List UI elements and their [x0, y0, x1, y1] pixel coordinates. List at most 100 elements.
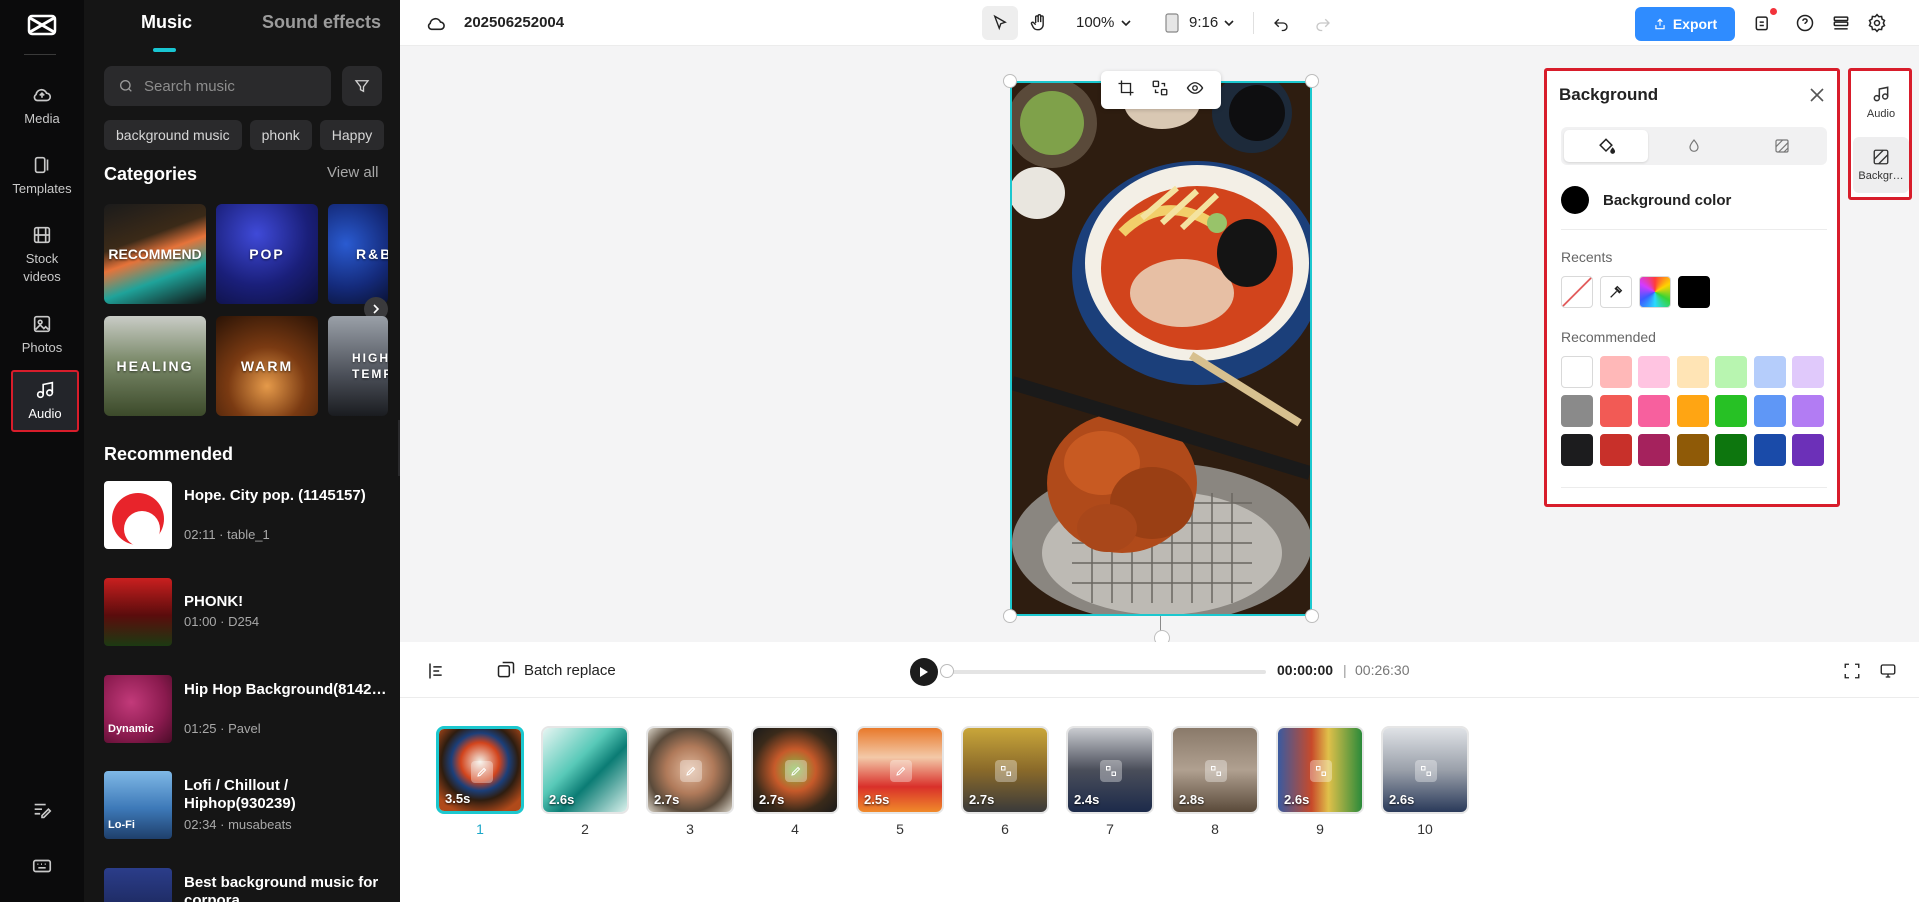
settings-gear-icon[interactable] — [1866, 12, 1888, 34]
resize-handle-br[interactable] — [1305, 609, 1319, 623]
aspect-ratio-value[interactable]: 9:16 — [1189, 14, 1218, 31]
resize-handle-bl[interactable] — [1003, 609, 1017, 623]
replace-icon[interactable] — [1415, 760, 1437, 782]
rail-item-audio[interactable]: Audio — [11, 370, 79, 432]
clip-3[interactable]: 2.7s — [646, 726, 734, 814]
color-swatch[interactable] — [1676, 356, 1709, 388]
clip-8[interactable]: 2.8s — [1171, 726, 1259, 814]
current-color-swatch[interactable] — [1561, 186, 1589, 214]
aspect-ratio-icon[interactable] — [1164, 12, 1180, 34]
playback-progress-track[interactable] — [946, 670, 1266, 674]
color-swatch[interactable] — [1561, 395, 1593, 427]
notifications-icon[interactable] — [1752, 12, 1774, 34]
tab-music[interactable]: Music — [141, 12, 192, 33]
color-swatch[interactable] — [1638, 356, 1670, 388]
undo-icon[interactable] — [1270, 12, 1292, 34]
color-swatch[interactable] — [1599, 395, 1632, 427]
clip-4[interactable]: 2.7s — [751, 726, 839, 814]
color-swatch[interactable] — [1638, 434, 1670, 466]
visibility-eye-icon[interactable] — [1185, 79, 1205, 102]
zoom-level[interactable]: 100% — [1076, 14, 1114, 31]
resize-handle-tr[interactable] — [1305, 74, 1319, 88]
rail-item-media[interactable]: Media — [0, 84, 84, 128]
clip-7[interactable]: 2.4s — [1066, 726, 1154, 814]
list-item[interactable]: PHONK! 01:00 · D254 — [104, 578, 394, 648]
color-swatch[interactable] — [1638, 395, 1670, 427]
edit-icon[interactable] — [785, 760, 807, 782]
category-high-tempo[interactable]: HIGH TEMPO — [328, 316, 388, 416]
search-input[interactable] — [144, 77, 314, 95]
batch-replace-button[interactable]: Batch replace — [496, 660, 616, 680]
color-swatch[interactable] — [1561, 356, 1593, 388]
replace-icon[interactable] — [1100, 760, 1122, 782]
color-swatch[interactable] — [1599, 434, 1632, 466]
color-swatch[interactable] — [1599, 356, 1632, 388]
chip-background-music[interactable]: background music — [104, 120, 242, 150]
chevron-down-icon[interactable] — [1120, 17, 1132, 29]
clip-2[interactable]: 2.6s — [541, 726, 629, 814]
resize-handle-tl[interactable] — [1003, 74, 1017, 88]
background-color-row[interactable]: Background color — [1561, 183, 1827, 217]
color-swatch[interactable] — [1715, 356, 1747, 388]
category-pop[interactable]: POP — [216, 204, 318, 304]
search-box[interactable] — [104, 66, 331, 106]
list-item[interactable]: Dynamic Hip Hop Background(8142… 01:25 ·… — [104, 675, 394, 745]
category-warm[interactable]: WARM — [216, 316, 318, 416]
list-item[interactable]: Best background music for corpora… — [104, 868, 394, 902]
swatch-gradient-picker[interactable] — [1639, 276, 1671, 308]
swatch-no-color[interactable] — [1561, 276, 1593, 308]
replace-icon[interactable] — [1151, 79, 1169, 102]
color-swatch[interactable] — [1792, 395, 1824, 427]
list-item[interactable]: Hope. City pop. (1145157) 02:11 · table_… — [104, 481, 394, 551]
category-recommend[interactable]: RECOMMEND — [104, 204, 206, 304]
color-swatch[interactable] — [1715, 434, 1747, 466]
layers-icon[interactable] — [1830, 12, 1852, 34]
export-button[interactable]: Export — [1635, 7, 1735, 41]
preview-monitor-icon[interactable] — [1877, 660, 1899, 682]
category-rnb[interactable]: R&B — [328, 204, 388, 304]
swatch-recent-black[interactable] — [1678, 276, 1710, 308]
replace-icon[interactable] — [1310, 760, 1332, 782]
color-swatch[interactable] — [1715, 395, 1747, 427]
chevron-down-icon[interactable] — [1223, 17, 1235, 29]
edit-icon[interactable] — [890, 760, 912, 782]
help-icon[interactable] — [1794, 12, 1816, 34]
color-swatch[interactable] — [1561, 434, 1593, 466]
edit-icon[interactable] — [680, 760, 702, 782]
redo-icon[interactable] — [1312, 12, 1334, 34]
cloud-sync-icon[interactable] — [424, 12, 448, 34]
replace-icon[interactable] — [1205, 760, 1227, 782]
chip-happy[interactable]: Happy — [319, 120, 385, 150]
tab-pattern[interactable] — [1740, 130, 1824, 162]
keyboard-icon[interactable] — [30, 854, 54, 878]
playback-scrubber[interactable] — [940, 664, 954, 678]
project-name[interactable]: 202506252004 — [464, 14, 564, 31]
color-swatch[interactable] — [1753, 434, 1786, 466]
captions-edit-icon[interactable] — [30, 799, 54, 823]
color-swatch[interactable] — [1753, 356, 1786, 388]
clip-10[interactable]: 2.6s — [1381, 726, 1469, 814]
rail-item-stock-videos[interactable]: Stock videos — [0, 224, 84, 286]
color-swatch[interactable] — [1792, 434, 1824, 466]
replace-icon[interactable] — [995, 760, 1017, 782]
clip-6[interactable]: 2.7s — [961, 726, 1049, 814]
mini-item-background[interactable]: Backgr… — [1853, 137, 1909, 193]
color-swatch[interactable] — [1753, 395, 1786, 427]
fullscreen-icon[interactable] — [1841, 660, 1863, 682]
color-swatch[interactable] — [1676, 395, 1709, 427]
filter-button[interactable] — [342, 66, 382, 106]
color-swatch[interactable] — [1676, 434, 1709, 466]
clip-1[interactable]: 3.5s — [436, 726, 524, 814]
play-button[interactable] — [910, 658, 938, 686]
tab-color-fill[interactable] — [1564, 130, 1648, 162]
mini-item-audio[interactable]: Audio — [1853, 74, 1909, 130]
tab-sound-effects[interactable]: Sound effects — [262, 12, 381, 33]
capcut-logo[interactable] — [24, 10, 60, 40]
split-icon[interactable] — [424, 660, 446, 682]
rail-item-templates[interactable]: Templates — [0, 154, 84, 198]
edit-icon[interactable] — [471, 761, 493, 783]
view-all-link[interactable]: View all — [327, 164, 378, 181]
chip-phonk[interactable]: phonk — [249, 120, 312, 150]
hand-tool-icon[interactable] — [1028, 12, 1050, 34]
clip-9[interactable]: 2.6s — [1276, 726, 1364, 814]
